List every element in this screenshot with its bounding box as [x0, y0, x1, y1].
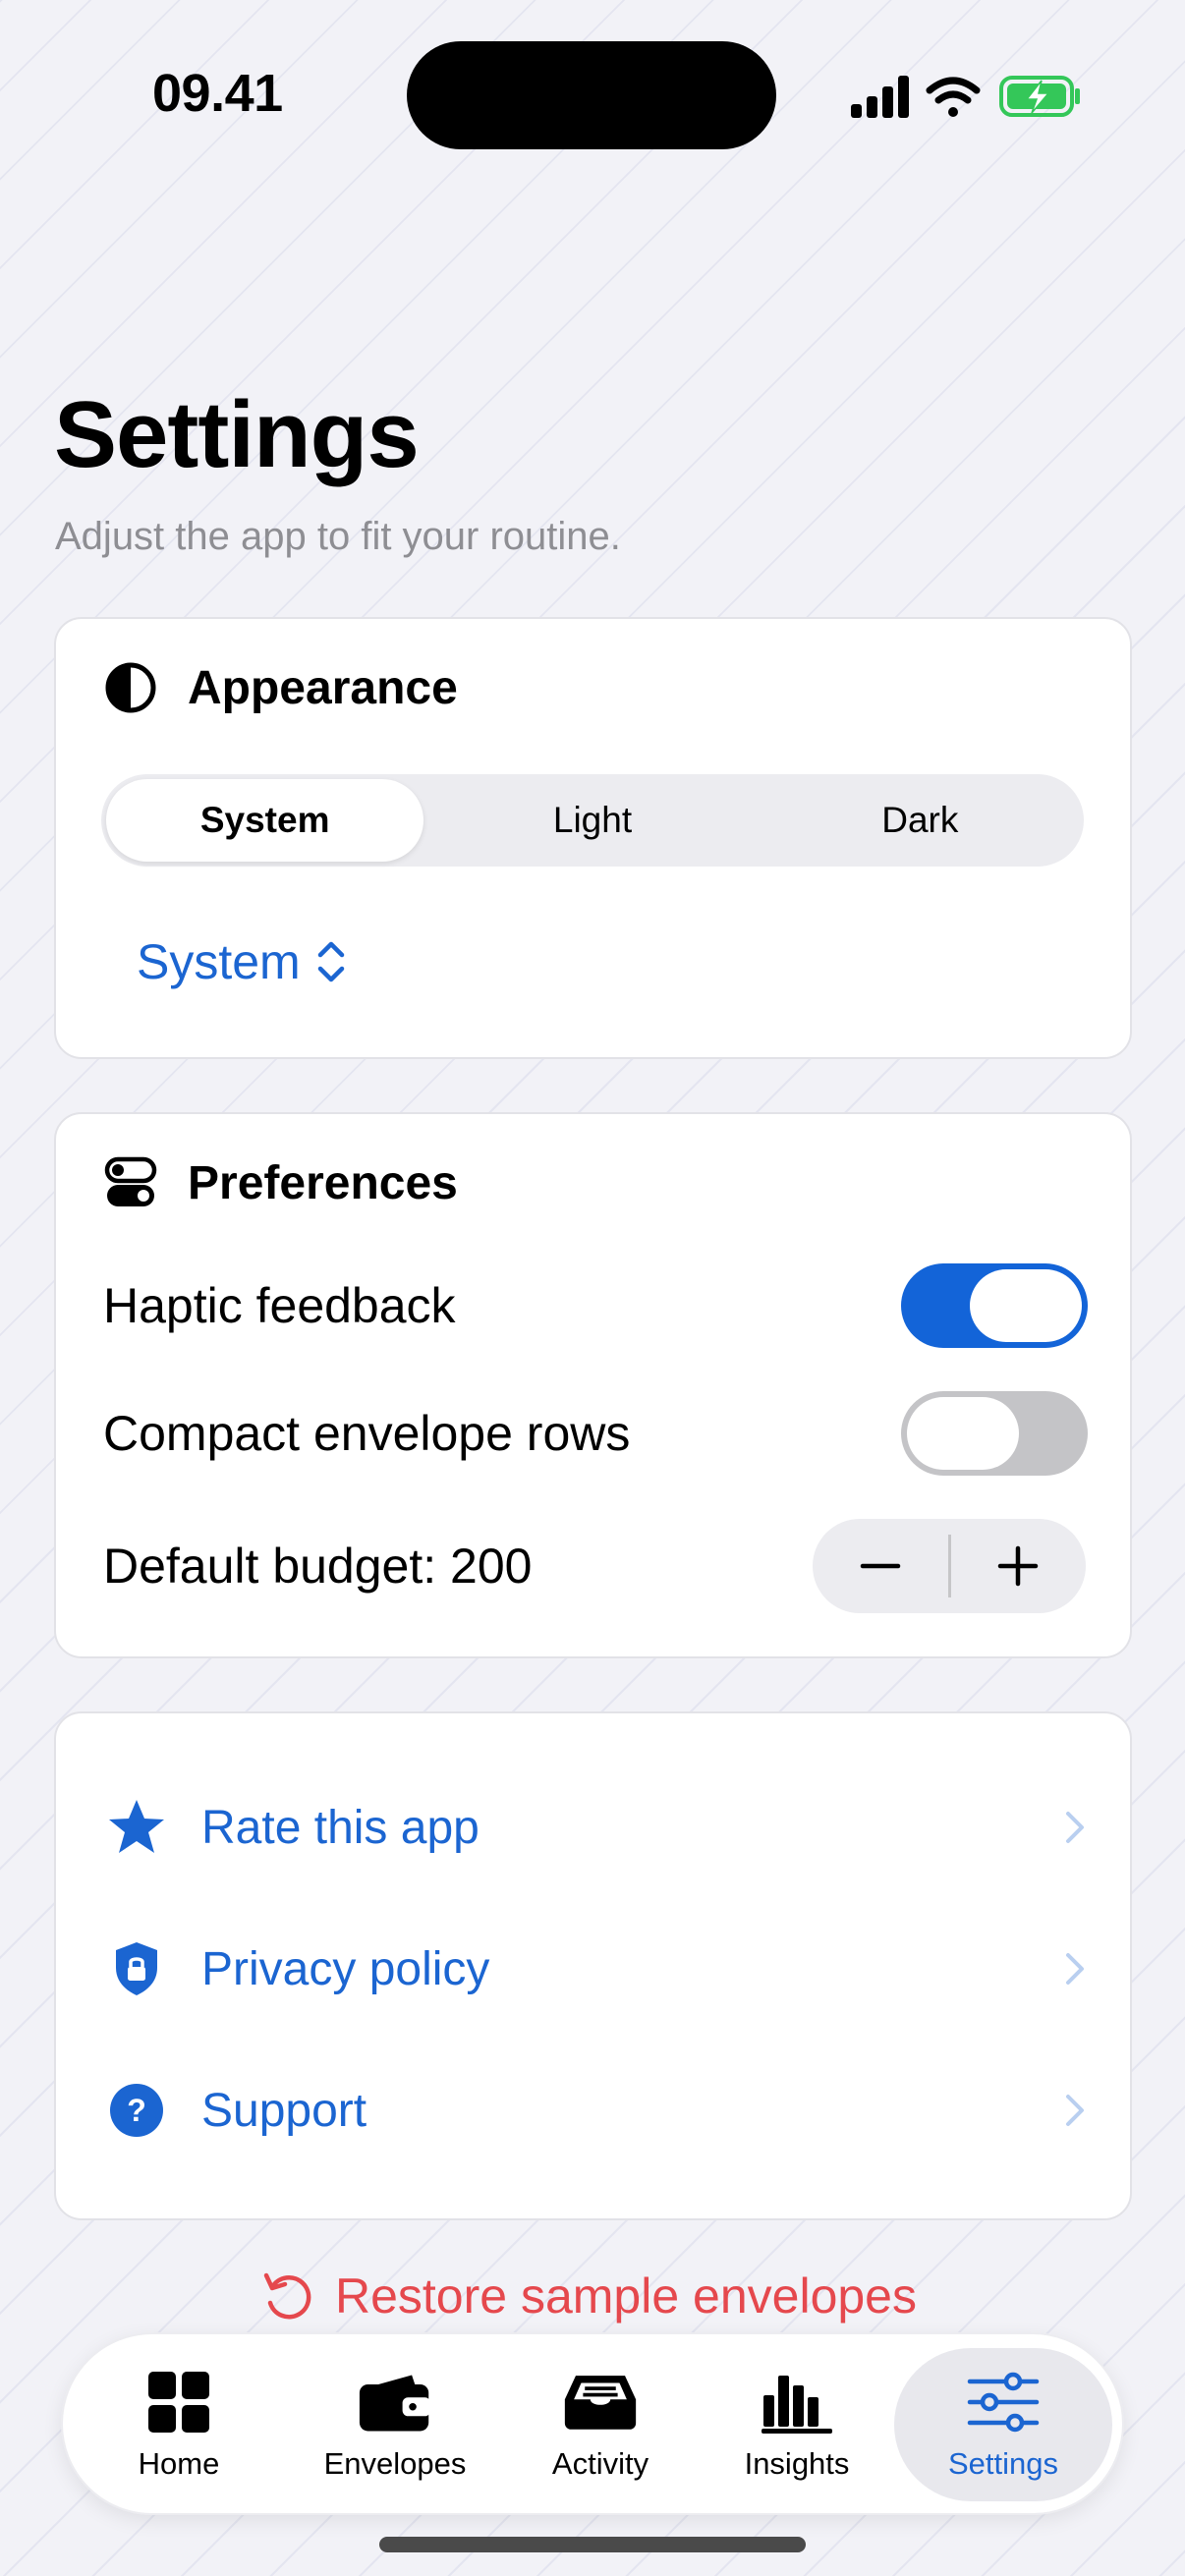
status-bar: 09.41 [0, 0, 1185, 196]
question-circle-icon: ? [105, 2079, 168, 2142]
preferences-title: Preferences [188, 1156, 458, 1209]
toggles-icon [103, 1155, 158, 1210]
cellular-signal-icon [851, 76, 909, 118]
haptic-feedback-row: Haptic feedback [103, 1261, 1088, 1350]
star-icon [105, 1796, 168, 1859]
appearance-title: Appearance [188, 661, 458, 714]
plus-icon [998, 1545, 1039, 1587]
haptic-feedback-label: Haptic feedback [103, 1278, 456, 1333]
privacy-policy-label: Privacy policy [201, 1942, 490, 1995]
chevron-right-icon [1066, 2095, 1084, 2126]
home-indicator [379, 2537, 806, 2552]
toggle-knob [970, 1269, 1082, 1342]
chevron-right-icon [1066, 1953, 1084, 1985]
tab-envelopes[interactable]: Envelopes [299, 2348, 491, 2501]
status-time: 09.41 [152, 64, 283, 123]
bar-chart-icon [760, 2368, 834, 2436]
appearance-header: Appearance [103, 660, 458, 715]
minus-icon [860, 1563, 900, 1569]
appearance-segmented-control: System Light Dark [101, 774, 1084, 867]
status-icons [847, 69, 1083, 124]
increment-button[interactable] [951, 1519, 1087, 1613]
appearance-picker[interactable]: System [137, 933, 348, 990]
tab-settings[interactable]: Settings [894, 2348, 1112, 2501]
tab-activity-label: Activity [551, 2446, 649, 2481]
tray-icon [563, 2368, 638, 2436]
restore-icon [263, 2272, 311, 2320]
default-budget-row: Default budget: 200 [103, 1517, 1086, 1615]
contrast-icon [103, 660, 158, 715]
support-row[interactable]: ? Support [105, 2061, 1088, 2159]
grid-icon [141, 2368, 216, 2436]
segment-light[interactable]: Light [433, 779, 751, 862]
compact-rows-label: Compact envelope rows [103, 1406, 631, 1461]
toggle-knob [907, 1397, 1019, 1470]
segment-dark[interactable]: Dark [762, 779, 1079, 862]
restore-sample-envelopes-button[interactable]: Restore sample envelopes [258, 2268, 917, 2324]
appearance-card: Appearance System Light Dark System [54, 617, 1132, 1059]
preferences-card: Preferences Haptic feedback Compact enve… [54, 1112, 1132, 1658]
wifi-icon [926, 77, 981, 117]
tab-envelopes-label: Envelopes [323, 2446, 467, 2481]
page-title: Settings [54, 382, 420, 487]
svg-text:?: ? [127, 2093, 146, 2128]
preferences-header: Preferences [103, 1155, 458, 1210]
default-budget-label: Default budget: 200 [103, 1539, 533, 1594]
battery-charging-icon [999, 76, 1080, 117]
restore-label: Restore sample envelopes [335, 2268, 917, 2324]
tab-insights[interactable]: Insights [713, 2348, 880, 2501]
chevron-up-down-icon [317, 941, 344, 982]
rate-app-label: Rate this app [201, 1801, 480, 1854]
wallet-icon [358, 2368, 432, 2436]
tab-settings-label: Settings [947, 2446, 1058, 2481]
tab-home[interactable]: Home [92, 2348, 265, 2501]
sliders-icon [966, 2368, 1041, 2436]
tab-activity[interactable]: Activity [517, 2348, 684, 2501]
chevron-right-icon [1066, 1812, 1084, 1843]
haptic-feedback-toggle[interactable] [901, 1263, 1088, 1348]
privacy-policy-row[interactable]: Privacy policy [105, 1920, 1088, 2018]
dynamic-island [407, 41, 776, 149]
decrement-button[interactable] [813, 1519, 948, 1613]
compact-rows-toggle[interactable] [901, 1391, 1088, 1476]
page-subtitle: Adjust the app to fit your routine. [55, 515, 621, 558]
tab-bar: Home Envelopes Activity Insights Setting… [61, 2332, 1124, 2515]
lock-shield-icon [105, 1937, 168, 2000]
support-label: Support [201, 2084, 367, 2137]
budget-stepper [813, 1519, 1086, 1613]
segment-system[interactable]: System [106, 779, 424, 862]
tab-home-label: Home [138, 2446, 220, 2481]
tab-insights-label: Insights [744, 2446, 850, 2481]
links-card: Rate this app Privacy policy ? Support [54, 1711, 1132, 2220]
compact-rows-row: Compact envelope rows [103, 1389, 1088, 1478]
rate-app-row[interactable]: Rate this app [105, 1778, 1088, 1876]
appearance-picker-value: System [137, 934, 301, 989]
